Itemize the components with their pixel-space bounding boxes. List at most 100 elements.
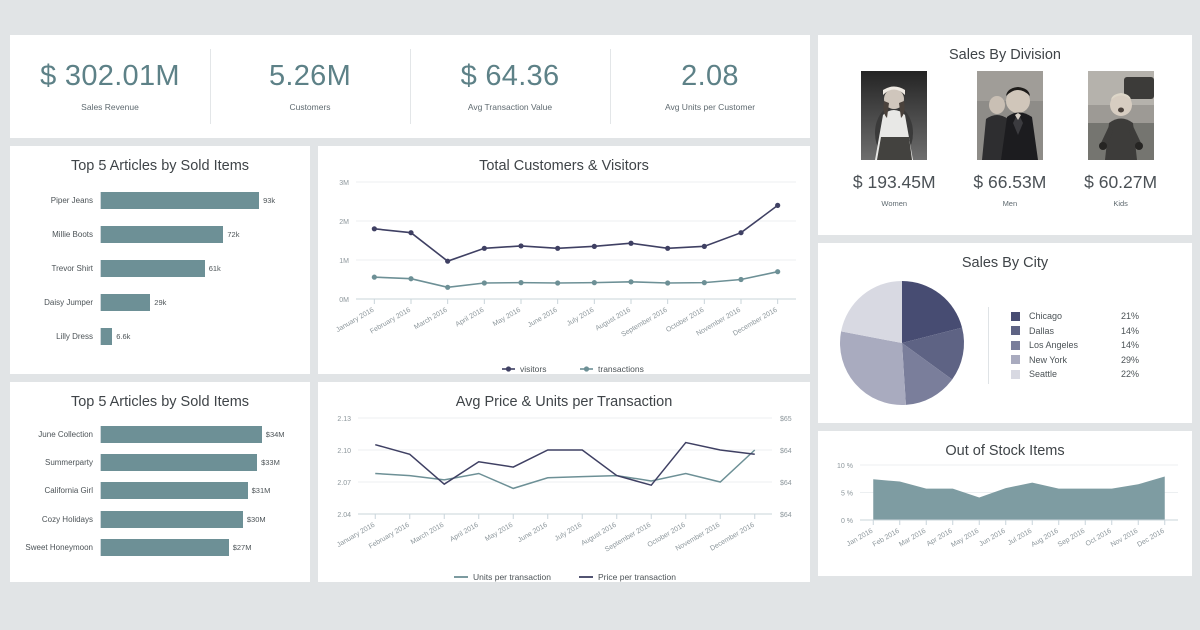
y-axis-left-tick-label: 2.10 <box>337 448 351 455</box>
data-point[interactable] <box>665 280 671 286</box>
chart-title: Total Customers & Visitors <box>479 158 649 174</box>
kpi-customers: 5.26M Customers <box>210 35 410 138</box>
bar-fill[interactable] <box>101 454 258 472</box>
division-value: $ 66.53M <box>973 172 1047 192</box>
legend-percent: 14% <box>1120 325 1139 336</box>
legend-item-chicago[interactable]: Chicago 21% <box>1011 311 1139 321</box>
bar-row[interactable]: Trevor Shirt 61k <box>16 259 298 277</box>
bar-row[interactable]: Millie Boots 72k <box>16 226 298 244</box>
bar-row[interactable]: Summerparty $33M <box>16 454 298 472</box>
x-axis-tick-label: Oct 2016 <box>1085 528 1113 548</box>
card-top-articles-units: Top 5 Articles by Sold Items Piper Jeans… <box>10 146 310 374</box>
bar-fill[interactable] <box>101 226 224 244</box>
data-point[interactable] <box>775 269 781 275</box>
bar-fill[interactable] <box>101 425 262 443</box>
data-point[interactable] <box>701 243 707 249</box>
middle-row: Top 5 Articles by Sold Items Piper Jeans… <box>10 146 810 374</box>
data-point[interactable] <box>555 245 561 251</box>
kpi-value: $ 302.01M <box>40 60 180 93</box>
division-item-women: $ 193.45M Women <box>853 71 936 208</box>
area-series[interactable] <box>873 476 1165 520</box>
kpi-label: Customers <box>289 101 331 112</box>
line-chart-price-units: 2.04 $64 2.07 $64 2.10 $64 2.13 $65 January 2016… <box>318 410 810 588</box>
data-point[interactable] <box>371 226 377 232</box>
card-out-of-stock: Out of Stock Items 0 % 5 % 10 % Jan 2016 Feb… <box>818 431 1192 576</box>
line-series-0 <box>375 449 756 490</box>
data-point[interactable] <box>665 245 671 251</box>
y-axis-tick-label: 3M <box>339 180 349 187</box>
photo-women <box>861 71 928 160</box>
bar-track: $31M <box>101 482 298 500</box>
data-point[interactable] <box>628 240 634 246</box>
data-point[interactable] <box>628 279 634 285</box>
data-point[interactable] <box>555 280 561 286</box>
bar-track: $30M <box>101 510 298 528</box>
data-point[interactable] <box>445 258 451 264</box>
kpi-label: Sales Revenue <box>81 101 139 112</box>
data-point[interactable] <box>371 274 377 280</box>
chart-title: Avg Price & Units per Transaction <box>455 394 673 410</box>
bar-fill[interactable] <box>101 510 243 528</box>
x-axis-tick-label: Apr 2016 <box>926 528 954 548</box>
pie-legend: Chicago 21% Dallas 14% Los Angeles 14% New Yor… <box>988 306 1139 384</box>
bar-fill[interactable] <box>101 192 260 210</box>
bar-row[interactable]: Lilly Dress 6.6k <box>16 327 298 345</box>
bar-row[interactable]: California Girl $31M <box>16 482 298 500</box>
pie-slice-new-york[interactable] <box>840 331 906 405</box>
legend-item-dallas[interactable]: Dallas 14% <box>1011 326 1139 336</box>
bar-fill[interactable] <box>101 539 229 557</box>
bar-fill[interactable] <box>101 482 248 500</box>
card-top-articles-revenue: Top 5 Articles by Sold Items June Collec… <box>10 382 310 582</box>
bar-fill[interactable] <box>101 259 205 277</box>
pie-chart <box>832 275 972 415</box>
bar-row[interactable]: Piper Jeans 93k <box>16 192 298 210</box>
x-axis-tick-label: June 2016 <box>527 307 559 329</box>
bar-row[interactable]: Sweet Honeymoon $27M <box>16 539 298 557</box>
data-point[interactable] <box>701 280 707 286</box>
x-axis-tick-label: Mar 2016 <box>898 528 927 549</box>
division-item-men: $ 66.53M Men <box>973 71 1046 208</box>
bar-row[interactable]: Daisy Jumper 29k <box>16 293 298 311</box>
y-axis-right-tick-label: $64 <box>780 448 792 455</box>
data-point[interactable] <box>738 230 744 236</box>
legend-swatch <box>1011 369 1020 379</box>
data-point[interactable] <box>518 243 524 249</box>
card-customers-visitors: Total Customers & Visitors 0M 1M 2M 3M Janua… <box>318 146 810 374</box>
bar-fill[interactable] <box>101 293 151 311</box>
data-point[interactable] <box>481 280 487 286</box>
chart-title: Top 5 Articles by Sold Items <box>70 158 250 174</box>
legend-item-1[interactable]: Price per transaction <box>579 572 676 582</box>
bar-track: 6.6k <box>101 327 298 345</box>
data-point[interactable] <box>775 202 781 208</box>
legend-item-seattle[interactable]: Seattle 22% <box>1011 369 1139 379</box>
data-point[interactable] <box>481 245 487 251</box>
legend-percent: 14% <box>1120 340 1139 350</box>
chart-title: Out of Stock Items <box>945 443 1065 459</box>
division-value: $ 193.45M <box>852 172 936 192</box>
data-point[interactable] <box>591 243 597 249</box>
bar-track: $34M <box>101 425 298 443</box>
bar-row[interactable]: June Collection $34M <box>16 425 298 443</box>
legend-item-los-angeles[interactable]: Los Angeles 14% <box>1011 340 1139 350</box>
bar-category-label: Piper Jeans <box>50 196 93 206</box>
division-items: $ 193.45M Women $ 66.53M Men $ 60.27M Ki… <box>818 63 1192 208</box>
legend-item-transactions[interactable]: transactions <box>580 364 644 374</box>
bar-track: $33M <box>101 454 298 472</box>
data-point[interactable] <box>445 284 451 290</box>
legend-item-visitors[interactable]: visitors <box>502 364 546 374</box>
bar-row[interactable]: Cozy Holidays $30M <box>16 510 298 528</box>
x-axis-tick-label: Aug 2016 <box>1030 528 1060 549</box>
legend-swatch <box>1011 355 1020 364</box>
bar-category-label: California Girl <box>44 486 93 496</box>
y-axis-left-tick-label: 2.04 <box>337 512 351 519</box>
data-point[interactable] <box>738 276 744 283</box>
bar-category-label: June Collection <box>38 429 93 439</box>
data-point[interactable] <box>408 230 414 236</box>
bar-category-label: Lilly Dress <box>56 331 93 341</box>
data-point[interactable] <box>591 280 597 286</box>
data-point[interactable] <box>408 276 414 282</box>
legend-item-0[interactable]: Units per transaction <box>454 572 551 582</box>
bar-fill[interactable] <box>101 327 113 345</box>
legend-item-new-york[interactable]: New York 29% <box>1011 355 1139 365</box>
data-point[interactable] <box>518 280 524 286</box>
